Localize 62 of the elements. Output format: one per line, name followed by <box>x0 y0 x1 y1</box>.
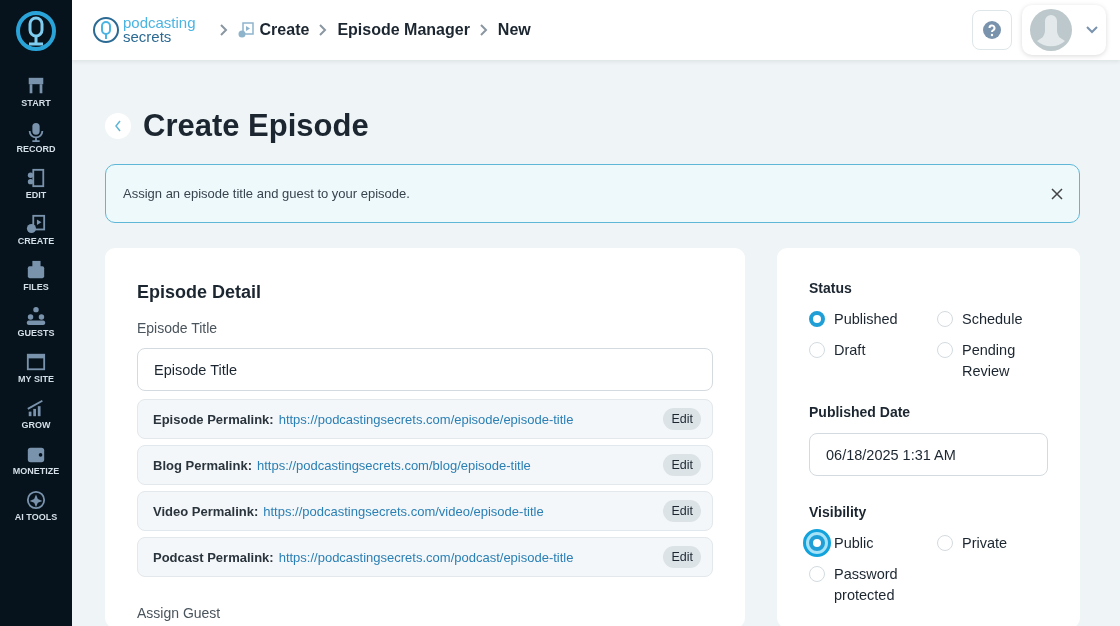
radio-option[interactable]: Draft <box>809 340 919 382</box>
permalink-label: Podcast Permalink: <box>153 549 274 565</box>
help-button[interactable] <box>972 10 1012 50</box>
sidebar-item[interactable]: RECORD <box>16 122 56 168</box>
radio-option[interactable]: Password protected <box>809 564 919 606</box>
close-button[interactable] <box>1051 187 1063 200</box>
permalink-label: Blog Permalink: <box>153 457 252 473</box>
section-heading: Episode Detail <box>137 282 263 303</box>
close-icon <box>1051 187 1063 200</box>
notice-text: Assign an episode title and guest to your episode. <box>123 186 410 201</box>
field-label: Status <box>809 280 853 296</box>
bar-chart-icon <box>26 398 46 418</box>
sidebar-item[interactable]: FILES <box>23 260 49 306</box>
field-label: Episode Title <box>137 320 219 336</box>
sparkle-circle-icon <box>26 490 46 510</box>
microphone-icon <box>26 122 46 142</box>
radio-option[interactable]: Schedule <box>937 309 1047 330</box>
date-input-field[interactable]: 06/18/2025 1:31 AM <box>809 433 1048 476</box>
breadcrumb-link[interactable]: New <box>497 21 531 39</box>
breadcrumb-link[interactable]: Episode Manager <box>337 21 470 39</box>
account-menu-button[interactable] <box>1022 5 1106 55</box>
permalink-url-link[interactable]: https://podcastingsecrets.com/episode/episode-title <box>278 411 659 427</box>
video-file-icon <box>26 214 46 234</box>
microphone-logo-icon <box>92 16 120 44</box>
chevron-down-icon <box>1086 26 1098 34</box>
help-icon <box>982 20 1002 40</box>
edit-button[interactable]: Edit <box>663 454 701 476</box>
permalink-label: Video Permalink: <box>153 503 259 519</box>
sidebar-item[interactable]: EDIT <box>25 168 47 214</box>
sidebar-item[interactable]: START <box>21 76 51 122</box>
sidebar-item[interactable]: GROW <box>21 398 51 444</box>
logo-text: podcasting secrets <box>123 16 196 44</box>
microphone-logo-icon[interactable] <box>15 10 57 52</box>
edit-button[interactable]: Edit <box>663 546 701 568</box>
edit-button[interactable]: Edit <box>663 408 701 430</box>
permalink-url-link[interactable]: https://podcastingsecrets.com/blog/episode-title <box>256 457 659 473</box>
radio-option[interactable]: Published <box>809 309 919 330</box>
avatar-icon <box>1030 9 1072 51</box>
permalink-url-link[interactable]: https://podcastingsecrets.com/video/episode-title <box>263 503 659 519</box>
page-title: Create Episode <box>143 108 369 144</box>
field-label: Visibility <box>809 504 868 520</box>
radio-option[interactable]: Private <box>937 533 1047 554</box>
title-input-field[interactable]: Episode Title <box>137 348 713 391</box>
edit-button[interactable]: Edit <box>663 500 701 522</box>
folder-icon <box>26 260 46 280</box>
sidebar-item[interactable]: MY SITE <box>18 352 54 398</box>
sidebar-item[interactable]: GUESTS <box>17 306 55 352</box>
video-file-icon <box>237 22 254 38</box>
breadcrumb-link[interactable]: Create <box>259 21 310 39</box>
field-label: Published Date <box>809 404 912 420</box>
radio-option[interactable]: Pending Review <box>937 340 1047 382</box>
field-label: Assign Guest <box>137 605 222 621</box>
sidebar-item[interactable]: AI TOOLS <box>14 490 58 536</box>
sidebar-item[interactable]: MONETIZE <box>12 444 60 490</box>
back-button[interactable] <box>105 113 131 139</box>
chevron-left-icon <box>114 120 122 132</box>
permalink-url-link[interactable]: https://podcastingsecrets.com/podcast/episode-title <box>278 549 659 565</box>
sidebar-item[interactable]: CREATE <box>17 214 55 260</box>
browser-window-icon <box>26 352 46 372</box>
permalink-label: Episode Permalink: <box>153 411 274 427</box>
radio-option[interactable]: Public <box>809 533 919 554</box>
people-icon <box>26 306 46 326</box>
